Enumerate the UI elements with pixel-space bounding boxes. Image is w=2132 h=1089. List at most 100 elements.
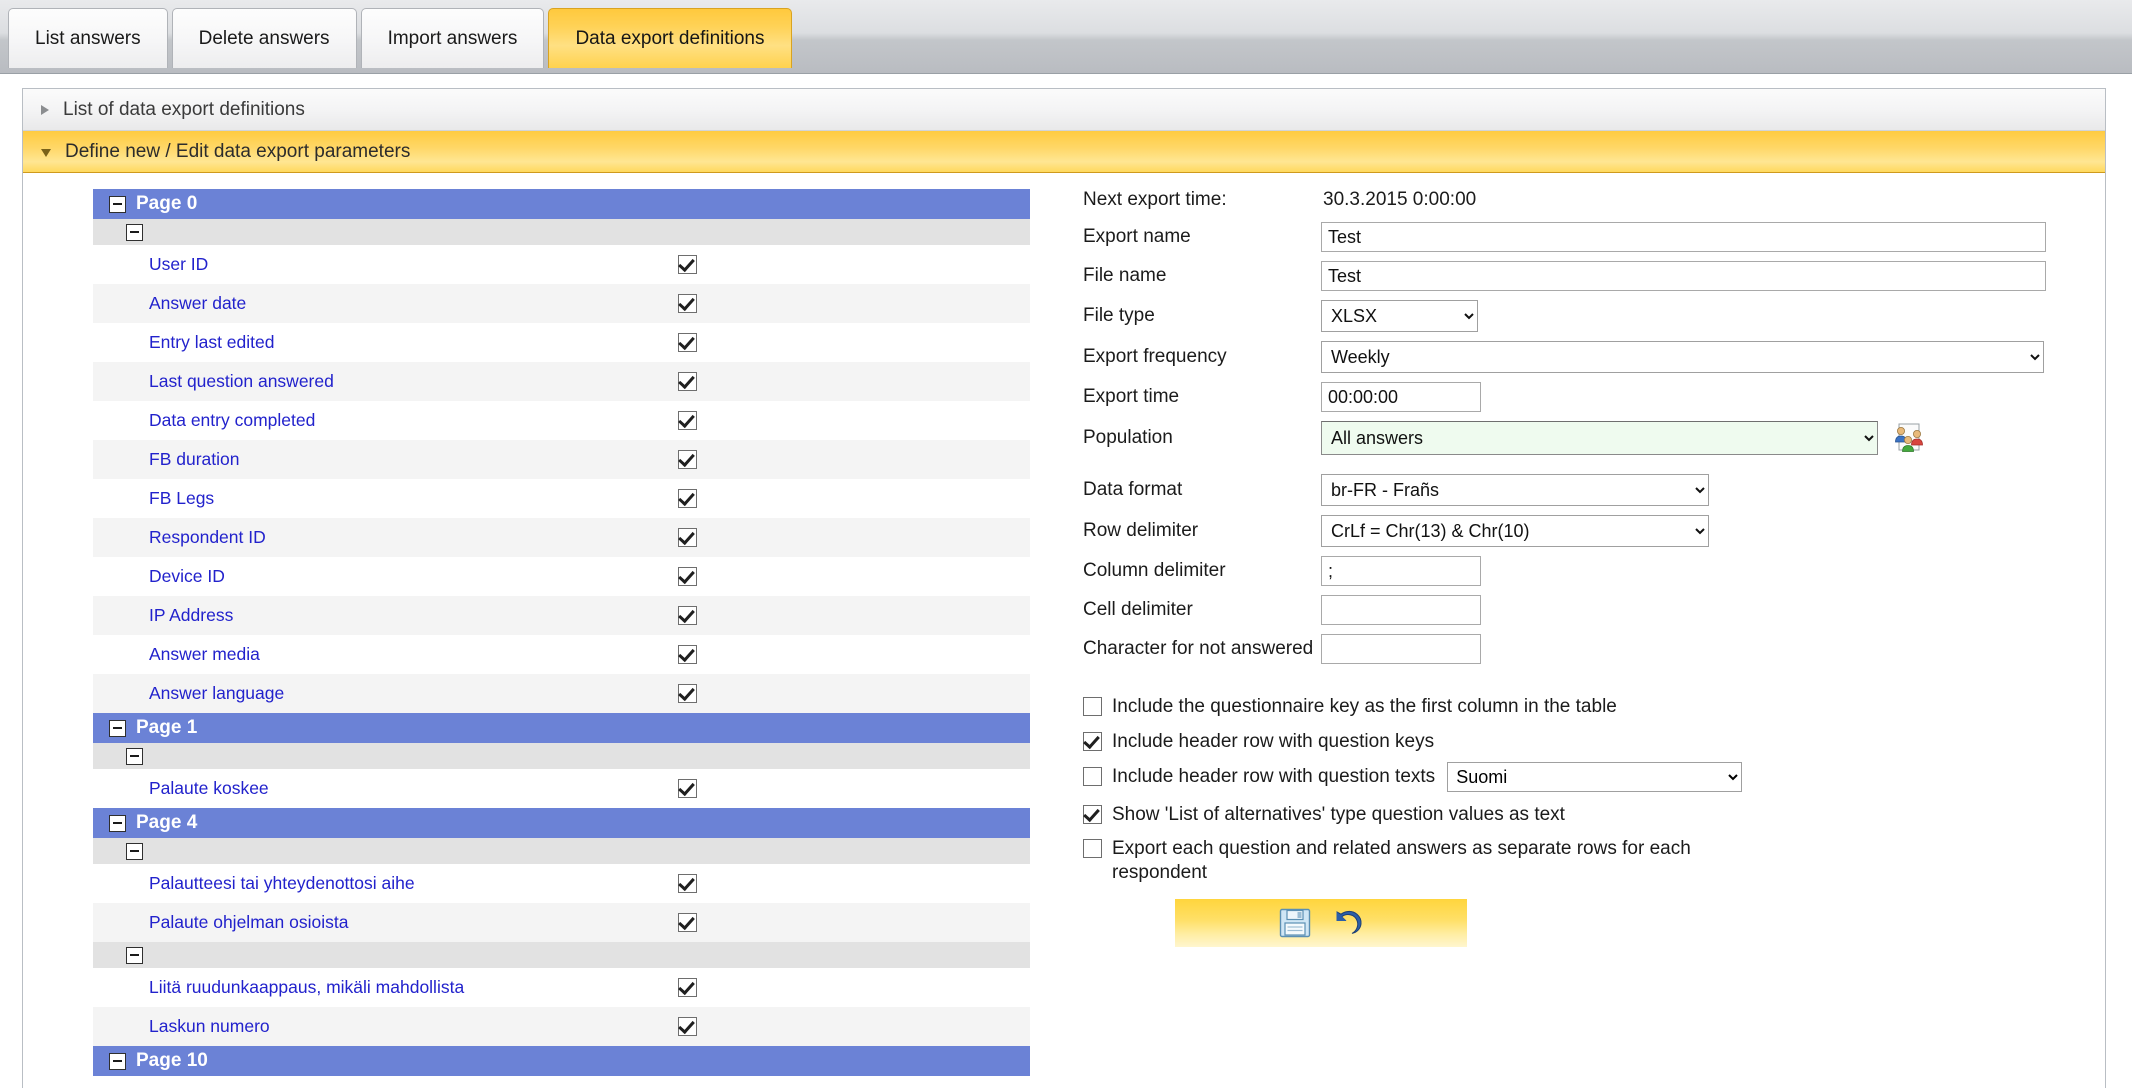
- tree-item-label[interactable]: Answer media: [149, 644, 260, 665]
- collapse-minus-icon[interactable]: [126, 223, 143, 241]
- tree-page-header[interactable]: Page 0: [93, 189, 1030, 219]
- export-name-input[interactable]: [1321, 222, 2046, 252]
- tree-item-label[interactable]: Palaute koskee: [149, 778, 269, 799]
- tab-import-answers[interactable]: Import answers: [360, 8, 545, 68]
- tree-item-checkbox[interactable]: [678, 411, 697, 430]
- tree-item-label[interactable]: Data entry completed: [149, 410, 315, 431]
- tree-item-row[interactable]: Laskun numero: [93, 1007, 1030, 1046]
- tree-item-row[interactable]: Entry last edited: [93, 323, 1030, 362]
- accordion-list-of-definitions[interactable]: List of data export definitions: [23, 89, 2105, 131]
- tab-data-export-definitions[interactable]: Data export definitions: [548, 8, 792, 68]
- cell-delimiter-input[interactable]: [1321, 595, 1481, 625]
- tree-item-row[interactable]: Liitä ruudunkaappaus, mikäli mahdollista: [93, 968, 1030, 1007]
- collapse-minus-icon[interactable]: [126, 946, 143, 964]
- column-delimiter-label: Column delimiter: [1083, 560, 1226, 582]
- save-floppy-icon[interactable]: [1278, 906, 1312, 940]
- tree-item-checkbox[interactable]: [678, 606, 697, 625]
- char-not-answered-input[interactable]: [1321, 634, 1481, 664]
- tree-item-row[interactable]: Palautteesi tai yhteydenottosi aihe: [93, 864, 1030, 903]
- file-type-select[interactable]: XLSX: [1321, 300, 1478, 332]
- tree-item-row[interactable]: Answer media: [93, 635, 1030, 674]
- population-select[interactable]: All answers: [1321, 421, 1878, 455]
- column-delimiter-input[interactable]: [1321, 556, 1481, 586]
- tree-item-checkbox[interactable]: [678, 1017, 697, 1036]
- collapse-minus-icon[interactable]: [109, 1052, 126, 1070]
- tree-item-checkbox[interactable]: [678, 874, 697, 893]
- tree-item-row[interactable]: FB duration: [93, 440, 1030, 479]
- tree-item-checkbox[interactable]: [678, 684, 697, 703]
- row-delimiter-select[interactable]: CrLf = Chr(13) & Chr(10): [1321, 515, 1709, 547]
- select-respondents-icon[interactable]: [1892, 422, 1926, 454]
- collapse-minus-icon[interactable]: [109, 814, 126, 832]
- tree-item-label[interactable]: Last question answered: [149, 371, 334, 392]
- tree-page-header[interactable]: Page 4: [93, 808, 1030, 838]
- field-export-name: Export name: [1083, 222, 2093, 252]
- definition-editor-body: Page 0 User ID Answer date Entry last edite…: [23, 173, 2105, 1089]
- tree-item-label[interactable]: Answer date: [149, 293, 246, 314]
- cell-delimiter-label: Cell delimiter: [1083, 599, 1193, 621]
- data-format-select[interactable]: br-FR - Frañs: [1321, 474, 1709, 506]
- tree-item-row[interactable]: Device ID: [93, 557, 1030, 596]
- tree-item-label[interactable]: Device ID: [149, 566, 225, 587]
- collapse-minus-icon[interactable]: [126, 747, 143, 765]
- export-definition-form: Next export time: 30.3.2015 0:00:00 Expo…: [1083, 187, 2093, 947]
- tree-item-row[interactable]: IP Address: [93, 596, 1030, 635]
- tree-item-row[interactable]: FB Legs: [93, 479, 1030, 518]
- action-bar: [1175, 898, 1467, 947]
- export-option-checkbox[interactable]: [1083, 766, 1102, 786]
- tree-item-row[interactable]: Data entry completed: [93, 401, 1030, 440]
- tree-item-checkbox[interactable]: [678, 255, 697, 274]
- tree-item-label[interactable]: Entry last edited: [149, 332, 274, 353]
- tree-group-row[interactable]: [93, 743, 1030, 769]
- tab-list-answers[interactable]: List answers: [8, 8, 168, 68]
- tree-item-label[interactable]: FB duration: [149, 449, 239, 470]
- tree-item-row[interactable]: Last question answered: [93, 362, 1030, 401]
- undo-arrow-icon[interactable]: [1328, 906, 1364, 940]
- tree-item-checkbox[interactable]: [678, 567, 697, 586]
- collapse-minus-icon[interactable]: [109, 195, 126, 213]
- tree-item-checkbox[interactable]: [678, 372, 697, 391]
- tree-group-row[interactable]: [93, 838, 1030, 864]
- export-option-checkbox[interactable]: [1083, 731, 1102, 751]
- export-frequency-select[interactable]: Weekly: [1321, 341, 2044, 373]
- tree-item-row[interactable]: User ID: [93, 245, 1030, 284]
- tab-delete-answers[interactable]: Delete answers: [171, 8, 357, 68]
- accordion-define-parameters[interactable]: Define new / Edit data export parameters: [23, 131, 2105, 173]
- tree-item-checkbox[interactable]: [678, 333, 697, 352]
- tree-item-checkbox[interactable]: [678, 489, 697, 508]
- file-name-label: File name: [1083, 265, 1167, 287]
- tree-item-row[interactable]: Palaute koskee: [93, 769, 1030, 808]
- tree-item-checkbox[interactable]: [678, 978, 697, 997]
- tree-item-checkbox[interactable]: [678, 645, 697, 664]
- collapse-minus-icon[interactable]: [126, 842, 143, 860]
- tree-item-label[interactable]: User ID: [149, 254, 208, 275]
- question-text-language-select[interactable]: Suomi: [1447, 761, 1743, 792]
- tree-page-header[interactable]: Page 10: [93, 1046, 1030, 1076]
- tree-item-label[interactable]: Palautteesi tai yhteydenottosi aihe: [149, 873, 415, 894]
- tree-item-label[interactable]: Respondent ID: [149, 527, 266, 548]
- tree-item-label[interactable]: FB Legs: [149, 488, 214, 509]
- tree-item-row[interactable]: Answer date: [93, 284, 1030, 323]
- file-name-input[interactable]: [1321, 261, 2046, 291]
- export-option-checkbox[interactable]: [1083, 839, 1102, 859]
- tree-group-row[interactable]: [93, 942, 1030, 968]
- collapse-minus-icon[interactable]: [109, 719, 126, 737]
- tree-item-label[interactable]: Answer language: [149, 683, 284, 704]
- tree-item-checkbox[interactable]: [678, 294, 697, 313]
- tree-item-row[interactable]: Respondent ID: [93, 518, 1030, 557]
- tree-item-checkbox[interactable]: [678, 450, 697, 469]
- export-option-checkbox[interactable]: [1083, 697, 1102, 716]
- tree-item-checkbox[interactable]: [678, 528, 697, 547]
- tree-page-header[interactable]: Page 1: [93, 713, 1030, 743]
- export-option-checkbox[interactable]: [1083, 804, 1102, 824]
- tree-item-label[interactable]: Palaute ohjelman osioista: [149, 912, 348, 933]
- tree-item-label[interactable]: IP Address: [149, 605, 233, 626]
- tree-item-label[interactable]: Liitä ruudunkaappaus, mikäli mahdollista: [149, 977, 464, 998]
- tree-item-checkbox[interactable]: [678, 913, 697, 932]
- tree-item-row[interactable]: Answer language: [93, 674, 1030, 713]
- tree-group-row[interactable]: [93, 219, 1030, 245]
- tree-item-label[interactable]: Laskun numero: [149, 1016, 270, 1037]
- tree-item-checkbox[interactable]: [678, 779, 697, 798]
- tree-item-row[interactable]: Palaute ohjelman osioista: [93, 903, 1030, 942]
- export-time-input[interactable]: [1321, 382, 1481, 412]
